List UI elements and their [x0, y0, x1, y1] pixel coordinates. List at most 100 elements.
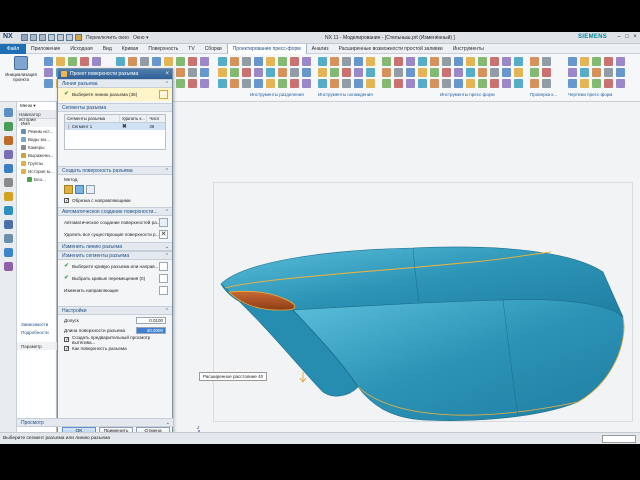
- ribbon-command-icon[interactable]: [56, 57, 65, 66]
- method-extrude-icon[interactable]: [64, 184, 73, 194]
- edit-guides-row[interactable]: Изменить направляющие: [58, 284, 172, 296]
- ribbon-command-icon[interactable]: [176, 79, 185, 88]
- mold-wizard-icon[interactable]: [4, 262, 13, 271]
- method-guided-icon[interactable]: [86, 184, 95, 194]
- as-parting-surface-checkbox[interactable]: ✓ Как поверхность разъема: [58, 344, 172, 353]
- save-icon[interactable]: [21, 34, 28, 41]
- ribbon-command-icon[interactable]: [242, 79, 251, 88]
- ribbon-command-icon[interactable]: [406, 68, 415, 77]
- section-parting-line[interactable]: Линия разъема ⌃: [58, 79, 172, 88]
- maximize-button[interactable]: □: [623, 34, 631, 41]
- ribbon-command-icon[interactable]: [152, 57, 161, 66]
- table-row[interactable]: ❘ Сегмент 1 ✖ 36: [65, 123, 165, 130]
- ribbon-command-icon[interactable]: [490, 79, 499, 88]
- ribbon-command-icon[interactable]: [242, 68, 251, 77]
- initialize-project-button[interactable]: Инициализация проекта: [4, 56, 38, 86]
- ribbon-command-icon[interactable]: [218, 68, 227, 77]
- ribbon-command-icon[interactable]: [466, 68, 475, 77]
- ribbon-command-icon[interactable]: [278, 79, 287, 88]
- method-extend-icon[interactable]: [75, 184, 84, 194]
- ribbon-command-icon[interactable]: [490, 68, 499, 77]
- tab-application[interactable]: Приложение: [26, 44, 65, 54]
- ribbon-command-icon[interactable]: [342, 79, 351, 88]
- ribbon-command-icon[interactable]: [302, 57, 311, 66]
- ribbon-command-icon[interactable]: [254, 68, 263, 77]
- section-edit-parting-segments[interactable]: Изменить сегменты разъема ⌃: [58, 251, 172, 260]
- ribbon-command-icon[interactable]: [140, 57, 149, 66]
- ribbon-command-icon[interactable]: [568, 68, 577, 77]
- roles-icon[interactable]: [4, 234, 13, 243]
- web-browser-icon[interactable]: [4, 178, 13, 187]
- navigator-item[interactable]: Виды мо...: [17, 135, 56, 143]
- ribbon-command-icon[interactable]: [454, 57, 463, 66]
- ribbon-command-icon[interactable]: [218, 57, 227, 66]
- ribbon-command-icon[interactable]: [230, 79, 239, 88]
- select-parting-line-row[interactable]: ✔ Выберите линию разъема (36): [58, 88, 172, 101]
- close-button[interactable]: ×: [631, 34, 639, 41]
- column-header-segments[interactable]: Сегменты разъема: [65, 115, 120, 122]
- redo-icon[interactable]: [39, 34, 46, 41]
- ribbon-command-icon[interactable]: [80, 57, 89, 66]
- ribbon-command-icon[interactable]: [454, 68, 463, 77]
- tab-home[interactable]: Исходная: [65, 44, 97, 54]
- section-edit-parting-line[interactable]: Изменить линию разъема ⌄: [58, 242, 172, 251]
- ribbon-command-icon[interactable]: [442, 68, 451, 77]
- ribbon-command-icon[interactable]: [616, 57, 625, 66]
- ribbon-command-icon[interactable]: [266, 57, 275, 66]
- ribbon-command-icon[interactable]: [366, 79, 375, 88]
- ribbon-command-icon[interactable]: [406, 79, 415, 88]
- tab-analysis[interactable]: Анализ: [307, 44, 334, 54]
- ribbon-command-icon[interactable]: [218, 79, 227, 88]
- guide-trim-checkbox[interactable]: ✓ Обрезка с направляющими: [58, 195, 172, 205]
- dialog-title-bar[interactable]: Проект поверхности разъема ×: [58, 69, 172, 79]
- ribbon-command-icon[interactable]: [530, 57, 539, 66]
- ribbon-command-icon[interactable]: [330, 79, 339, 88]
- auto-create-icon[interactable]: [159, 217, 168, 227]
- navigator-menu-button[interactable]: Меню ▾: [17, 102, 56, 110]
- ribbon-command-icon[interactable]: [478, 57, 487, 66]
- ribbon-command-icon[interactable]: [466, 57, 475, 66]
- ribbon-command-icon[interactable]: [200, 57, 209, 66]
- section-create-parting-surface[interactable]: Создать поверхность разъема ⌃: [58, 166, 172, 175]
- ribbon-command-icon[interactable]: [530, 79, 539, 88]
- navigator-item[interactable]: Режим ист...: [17, 127, 56, 135]
- ribbon-command-icon[interactable]: [266, 79, 275, 88]
- constraint-navigator-icon[interactable]: [4, 136, 13, 145]
- ribbon-command-icon[interactable]: [616, 68, 625, 77]
- navigator-item[interactable]: История м...: [17, 167, 56, 175]
- dependencies-panel[interactable]: Зависимости: [17, 320, 57, 328]
- ribbon-command-icon[interactable]: [382, 79, 391, 88]
- ribbon-command-icon[interactable]: [604, 68, 613, 77]
- file-menu[interactable]: Файл: [0, 43, 26, 54]
- ribbon-command-icon[interactable]: [430, 57, 439, 66]
- select-parting-curve-row[interactable]: ✔ Выберите кривую разъема или направ...: [58, 260, 172, 272]
- dialog-close-button[interactable]: ×: [165, 71, 169, 77]
- switch-window-button[interactable]: Переключить окно: [86, 35, 129, 41]
- ribbon-command-icon[interactable]: [478, 79, 487, 88]
- ribbon-command-icon[interactable]: [302, 68, 311, 77]
- surface-length-input[interactable]: 40.0000: [136, 326, 166, 334]
- section-auto-create[interactable]: Автоматическое создание поверхности... ⌃: [58, 207, 172, 216]
- tab-curve[interactable]: Кривая: [117, 44, 144, 54]
- cut-icon[interactable]: [48, 34, 55, 41]
- preview-extrude-checkbox[interactable]: ✓ Создать предварительный просмотр вытяги…: [58, 335, 172, 345]
- minimize-button[interactable]: –: [615, 34, 623, 41]
- ribbon-command-icon[interactable]: [454, 79, 463, 88]
- ribbon-command-icon[interactable]: [330, 57, 339, 66]
- repeat-command-icon[interactable]: [75, 34, 82, 41]
- ribbon-command-icon[interactable]: [318, 79, 327, 88]
- info-icon[interactable]: [4, 220, 13, 229]
- details-panel[interactable]: Подробности: [17, 328, 57, 336]
- assembly-navigator-icon[interactable]: [4, 122, 13, 131]
- system-scenes-icon[interactable]: [4, 248, 13, 257]
- ribbon-command-icon[interactable]: [592, 68, 601, 77]
- ribbon-command-icon[interactable]: [278, 57, 287, 66]
- ribbon-command-icon[interactable]: [266, 68, 275, 77]
- part-navigator-icon[interactable]: [4, 108, 13, 117]
- delete-all-icon[interactable]: ✕: [159, 229, 168, 239]
- ribbon-command-icon[interactable]: [442, 79, 451, 88]
- ribbon-command-icon[interactable]: [394, 68, 403, 77]
- ribbon-command-icon[interactable]: [290, 57, 299, 66]
- ribbon-command-icon[interactable]: [502, 68, 511, 77]
- ribbon-command-icon[interactable]: [200, 79, 209, 88]
